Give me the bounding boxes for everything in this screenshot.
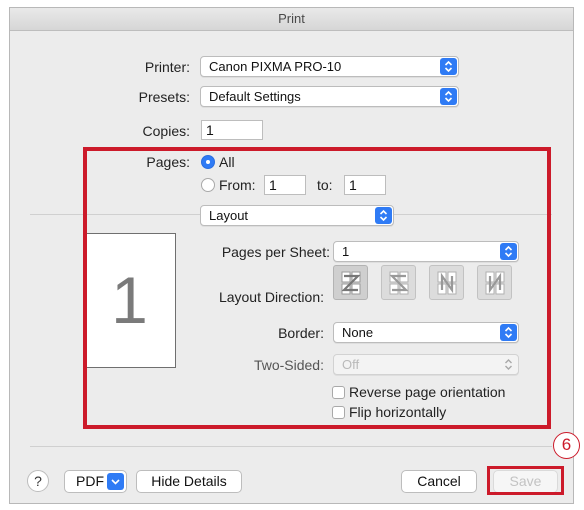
border-value: None: [342, 325, 374, 340]
two-sided-popup[interactable]: Off: [333, 354, 519, 375]
popup-arrows-icon: [440, 58, 457, 75]
pages-from-field[interactable]: 1: [264, 175, 306, 195]
pages-per-sheet-value: 1: [342, 244, 350, 259]
section-value: Layout: [209, 208, 249, 223]
layout-z-reverse-icon: [388, 271, 409, 294]
flip-horizontally-checkbox[interactable]: [332, 406, 345, 419]
flip-horizontally-label: Flip horizontally: [349, 404, 447, 420]
chevron-down-icon: [107, 473, 124, 490]
popup-arrows-icon: [500, 324, 517, 341]
layout-direction-z-reverse-button[interactable]: [381, 265, 416, 300]
two-sided-label: Two-Sided:: [253, 357, 324, 373]
layout-direction-label: Layout Direction:: [218, 289, 324, 305]
printer-value: Canon PIXMA PRO-10: [209, 59, 342, 74]
pages-label: Pages:: [146, 154, 190, 170]
section-popup[interactable]: Layout: [200, 205, 394, 226]
pages-all-label: All: [219, 154, 235, 170]
presets-popup[interactable]: Default Settings: [200, 86, 459, 107]
pages-per-sheet-label: Pages per Sheet:: [221, 244, 330, 260]
pages-from-label: From:: [219, 177, 256, 193]
pages-all-radio[interactable]: [201, 155, 215, 169]
pdf-menu-button[interactable]: PDF: [64, 470, 127, 493]
copies-label: Copies:: [142, 123, 190, 139]
pdf-label: PDF: [76, 473, 104, 489]
popup-arrows-icon: [500, 243, 517, 260]
printer-popup[interactable]: Canon PIXMA PRO-10: [200, 56, 459, 77]
layout-z-icon: [340, 271, 361, 294]
printer-label: Printer:: [144, 59, 190, 75]
popup-arrows-icon: [440, 88, 457, 105]
reverse-orientation-checkbox[interactable]: [332, 386, 345, 399]
pages-from-radio[interactable]: [201, 178, 215, 192]
hide-details-button[interactable]: Hide Details: [136, 470, 242, 493]
layout-n-reverse-icon: [485, 271, 504, 294]
pages-to-label: to:: [317, 177, 333, 193]
presets-label: Presets:: [138, 89, 190, 105]
pages-per-sheet-popup[interactable]: 1: [333, 241, 519, 262]
page-preview: 1: [83, 233, 176, 368]
layout-direction-n-button[interactable]: [429, 265, 464, 300]
layout-direction-z-button[interactable]: [333, 265, 368, 300]
two-sided-value: Off: [342, 357, 360, 372]
cancel-button[interactable]: Cancel: [401, 470, 477, 493]
popup-arrows-icon: [500, 356, 517, 373]
layout-n-icon: [437, 271, 456, 294]
border-popup[interactable]: None: [333, 322, 519, 343]
reverse-orientation-label: Reverse page orientation: [349, 384, 506, 400]
pages-to-field[interactable]: 1: [344, 175, 386, 195]
help-button[interactable]: ?: [27, 470, 49, 492]
window-title: Print: [10, 8, 573, 31]
step-badge: 6: [553, 432, 580, 459]
copies-field[interactable]: 1: [201, 120, 263, 140]
save-button[interactable]: Save: [493, 470, 558, 493]
popup-arrows-icon: [375, 207, 392, 224]
footer-divider: [30, 446, 552, 447]
border-label: Border:: [278, 325, 324, 341]
layout-direction-n-reverse-button[interactable]: [477, 265, 512, 300]
presets-value: Default Settings: [209, 89, 301, 104]
